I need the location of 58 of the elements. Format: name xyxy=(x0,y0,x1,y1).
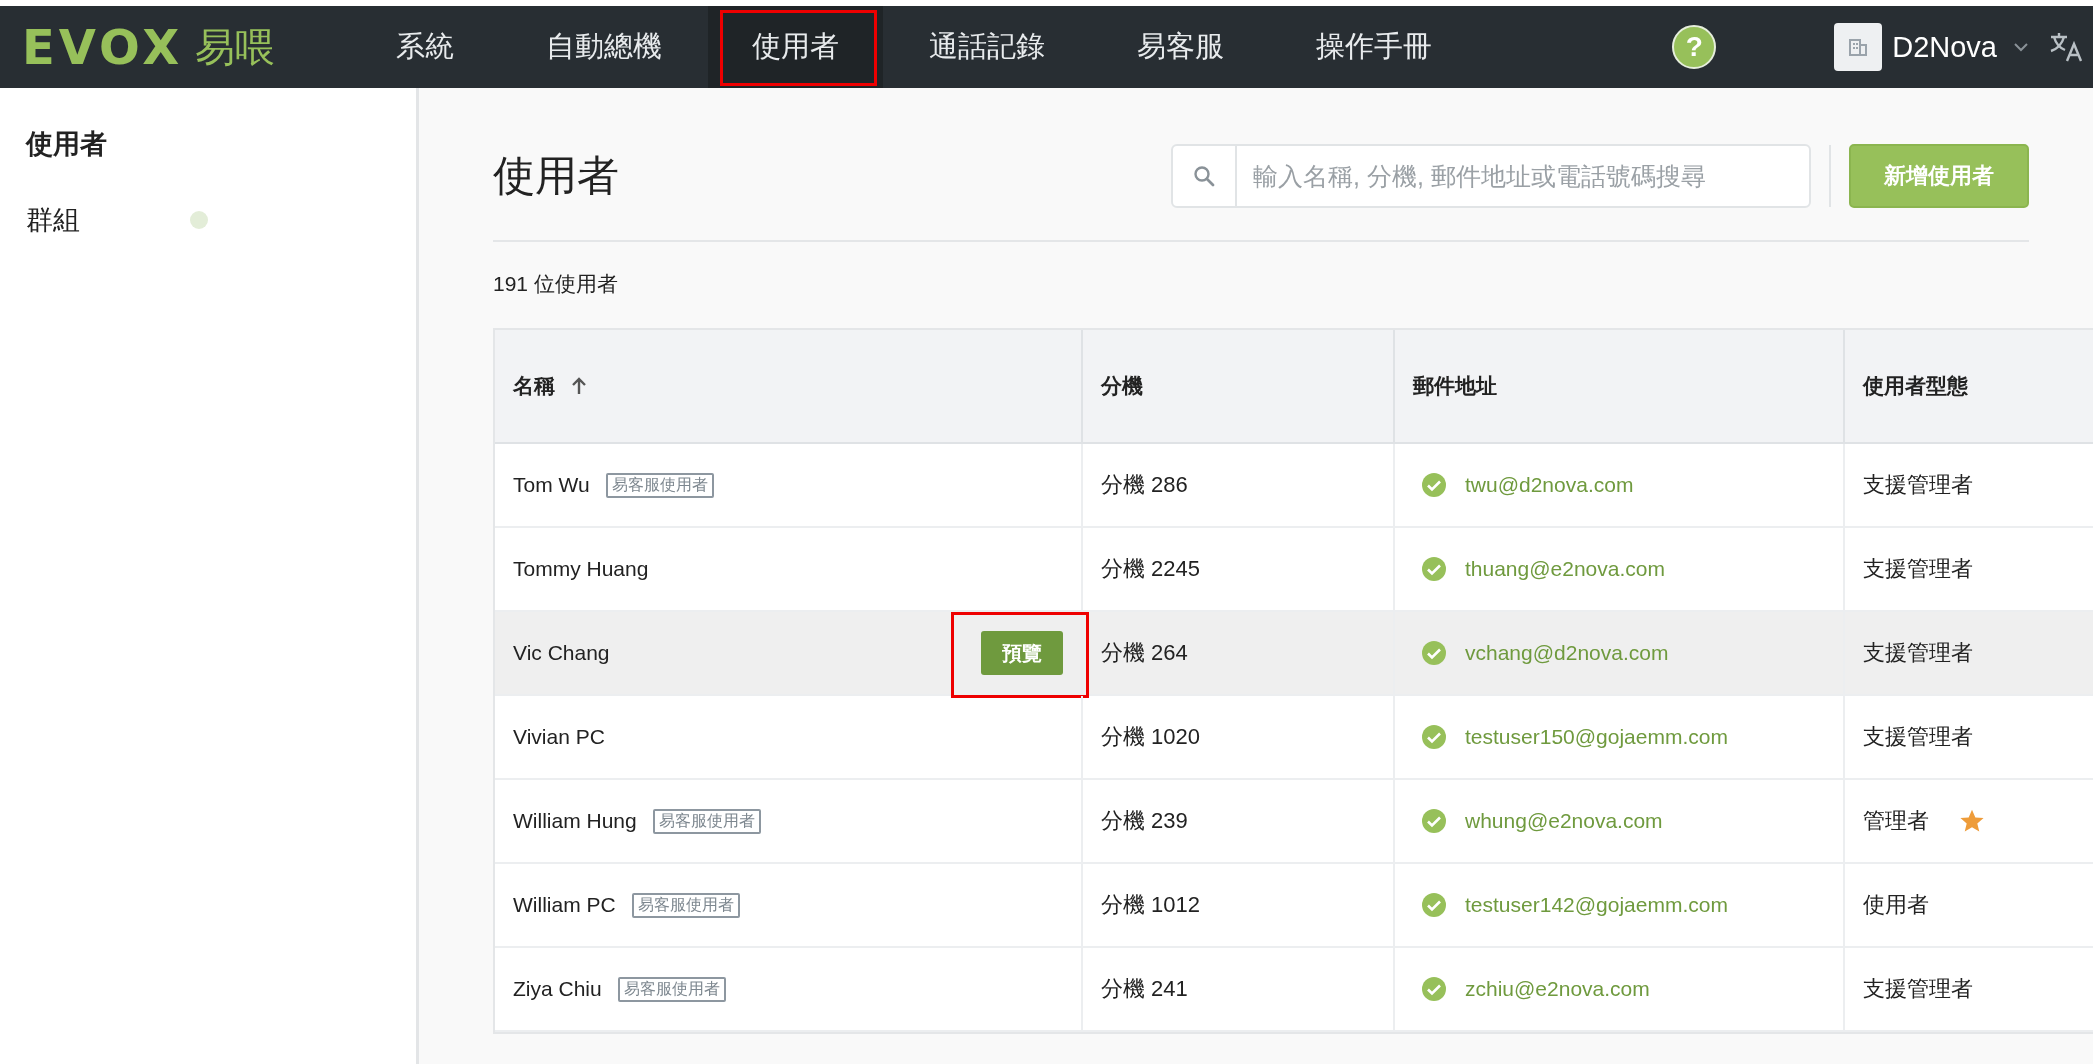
role-tag: 易客服使用者 xyxy=(617,976,726,1002)
user-name: Ziya Chiu xyxy=(513,977,602,1001)
user-type: 管理者 xyxy=(1863,807,1929,835)
column-label: 郵件地址 xyxy=(1413,373,1497,399)
translate-icon[interactable] xyxy=(2049,31,2083,63)
user-count: 191 位使用者 xyxy=(493,271,619,297)
caret-icon[interactable] xyxy=(2013,42,2029,52)
nav-tab[interactable]: 通話記錄 xyxy=(883,6,1091,88)
table-row[interactable]: Vivian PC 分機 1020 testuser150@gojaemm.com 支援管理者 xyxy=(495,696,2093,780)
logo-wordmark[interactable]: EVOX xyxy=(22,19,184,75)
column-header[interactable]: 使用者型態 xyxy=(1845,330,2093,442)
role-tag: 易客服使用者 xyxy=(652,808,761,834)
role-tag: 易客服使用者 xyxy=(631,892,740,918)
nav-tab[interactable]: 易客服 xyxy=(1091,6,1270,88)
extension-text: 分機 2245 xyxy=(1101,555,1201,583)
search-icon xyxy=(1193,165,1215,188)
user-type: 使用者 xyxy=(1863,891,1929,919)
account-name[interactable]: D2Nova xyxy=(1892,30,1997,64)
user-type: 支援管理者 xyxy=(1863,975,1973,1003)
logo-name[interactable]: 易喂 xyxy=(195,19,276,75)
nav-tab[interactable]: 系統 xyxy=(350,6,500,88)
table-row[interactable]: Ziya Chiu 易客服使用者 分機 241 zchiu@e2nova.com 支援管理者 xyxy=(495,948,2093,1032)
nav-tab[interactable]: 使用者 xyxy=(708,6,883,88)
user-name: Tommy Huang xyxy=(513,557,649,581)
building-icon[interactable] xyxy=(1834,23,1883,71)
user-name: Tom Wu xyxy=(513,473,590,497)
user-type: 支援管理者 xyxy=(1863,723,1973,751)
search-field[interactable]: 輸入名稱, 分機, 郵件地址或電話號碼搜尋 xyxy=(1171,144,1811,209)
table-row[interactable]: William PC 易客服使用者 分機 1012 testuser142@gojaemm.com 使用者 xyxy=(495,864,2093,948)
column-label: 名稱 xyxy=(513,373,555,399)
user-type: 支援管理者 xyxy=(1863,555,1973,583)
loading-dot-icon xyxy=(190,211,208,229)
extension-text: 分機 241 xyxy=(1101,975,1188,1003)
user-name: William Hung xyxy=(513,809,637,833)
page-title: 使用者 xyxy=(493,151,619,202)
role-tag: 易客服使用者 xyxy=(605,472,714,498)
user-name: Vic Chang xyxy=(513,641,610,665)
column-header[interactable]: 分機 xyxy=(1083,330,1395,442)
user-name: Vivian PC xyxy=(513,725,605,749)
nav-tab[interactable]: 自動總機 xyxy=(500,6,708,88)
table-row[interactable]: William Hung 易客服使用者 分機 239 whung@e2nova.com 管理者 xyxy=(495,780,2093,864)
user-type: 支援管理者 xyxy=(1863,639,1973,667)
extension-text: 分機 1020 xyxy=(1101,723,1201,751)
user-type: 支援管理者 xyxy=(1863,471,1973,499)
column-label: 使用者型態 xyxy=(1863,373,1968,399)
sidebar-item[interactable]: 使用者 xyxy=(26,126,107,162)
extension-text: 分機 239 xyxy=(1101,807,1188,835)
extension-text: 分機 286 xyxy=(1101,471,1188,499)
nav-tab[interactable]: 操作手冊 xyxy=(1270,6,1478,88)
column-header[interactable]: 名稱 xyxy=(495,330,1083,442)
column-label: 分機 xyxy=(1101,373,1143,399)
sort-arrow-icon[interactable] xyxy=(571,377,587,395)
column-header[interactable]: 郵件地址 xyxy=(1395,330,1845,442)
extension-text: 分機 1012 xyxy=(1101,891,1201,919)
extension-text: 分機 264 xyxy=(1101,639,1188,667)
user-name: William PC xyxy=(513,893,616,917)
table-row[interactable]: Tom Wu 易客服使用者 分機 286 twu@d2nova.com 支援管理者 xyxy=(495,444,2093,528)
sidebar-item[interactable]: 群組 xyxy=(26,202,80,238)
